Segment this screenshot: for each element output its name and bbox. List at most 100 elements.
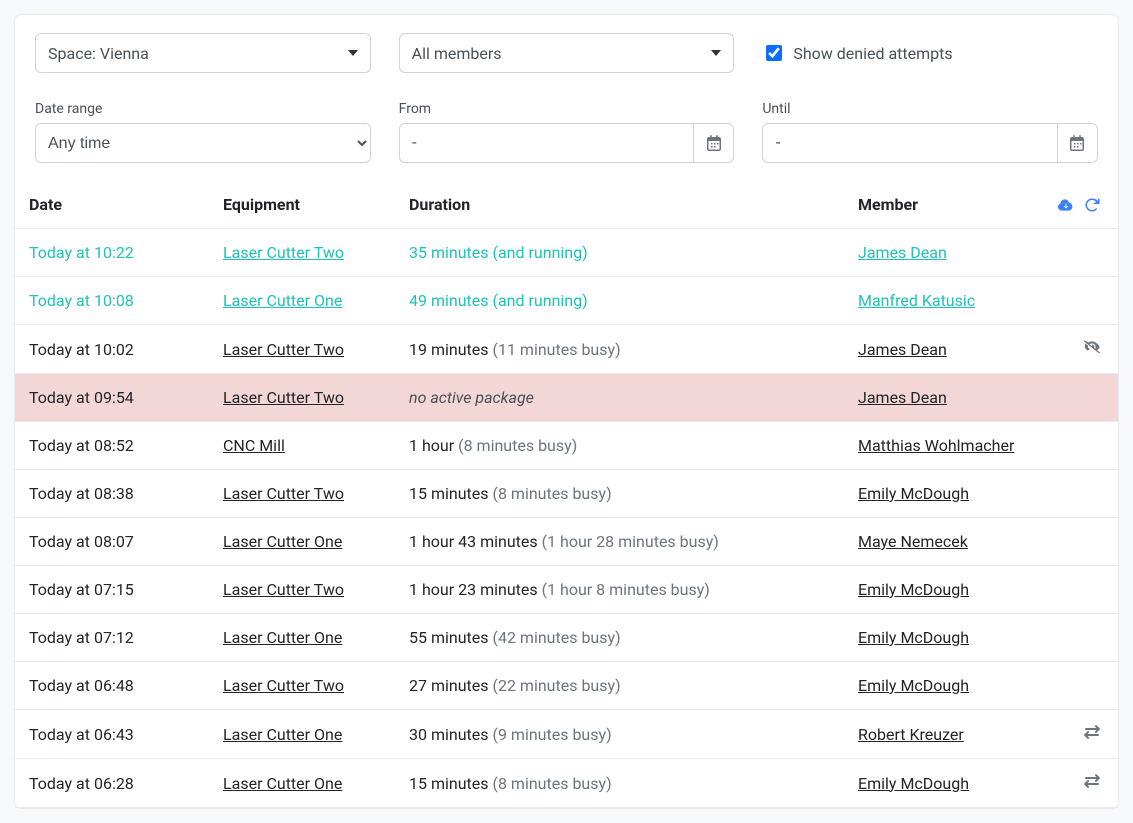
download-icon[interactable] <box>1058 197 1074 213</box>
equipment-link[interactable]: CNC Mill <box>223 436 285 455</box>
equipment-link[interactable]: Laser Cutter One <box>223 628 342 647</box>
member-cell: Emily McDough <box>846 614 1046 662</box>
actions-cell <box>1046 374 1118 422</box>
date-cell: Today at 08:52 <box>15 422 211 470</box>
equipment-link[interactable]: Laser Cutter Two <box>223 340 344 359</box>
duration-cell: 1 hour (8 minutes busy) <box>397 422 846 470</box>
table-row: Today at 06:28Laser Cutter One15 minutes… <box>15 759 1118 808</box>
date-cell: Today at 08:07 <box>15 518 211 566</box>
actions-cell <box>1046 229 1118 277</box>
member-link[interactable]: Emily McDough <box>858 484 969 503</box>
member-cell: Emily McDough <box>846 662 1046 710</box>
date-cell: Today at 06:48 <box>15 662 211 710</box>
equipment-link[interactable]: Laser Cutter Two <box>223 388 344 407</box>
equipment-link[interactable]: Laser Cutter Two <box>223 676 344 695</box>
actions-cell <box>1046 710 1118 759</box>
member-link[interactable]: Manfred Katusic <box>858 291 975 310</box>
equipment-link[interactable]: Laser Cutter One <box>223 532 342 551</box>
duration-cell: 1 hour 43 minutes (1 hour 28 minutes bus… <box>397 518 846 566</box>
duration-cell: 55 minutes (42 minutes busy) <box>397 614 846 662</box>
equipment-cell: Laser Cutter Two <box>211 662 397 710</box>
date-cell: Today at 06:43 <box>15 710 211 759</box>
swap-icon[interactable] <box>1084 724 1100 740</box>
col-equipment-header: Equipment <box>211 181 397 229</box>
member-cell: Robert Kreuzer <box>846 710 1046 759</box>
table-row: Today at 08:52 CNC Mill 1 hour (8 minutes … <box>15 422 1118 470</box>
actions-cell <box>1046 759 1118 808</box>
actions-cell <box>1046 470 1118 518</box>
table-row: Today at 10:02 Laser Cutter Two 19 minutes… <box>15 325 1118 374</box>
until-calendar-button[interactable] <box>1058 123 1098 163</box>
member-cell: Emily McDough <box>846 759 1046 808</box>
member-link[interactable]: James Dean <box>858 243 947 262</box>
actions-cell <box>1046 422 1118 470</box>
duration-cell: no active package <box>397 374 846 422</box>
equipment-link[interactable]: Laser Cutter Two <box>223 580 344 599</box>
equipment-cell: CNC Mill <box>211 422 397 470</box>
member-link[interactable]: James Dean <box>858 388 947 407</box>
chevron-down-icon <box>348 50 358 56</box>
members-select[interactable]: All members <box>399 33 735 73</box>
member-link[interactable]: Emily McDough <box>858 774 969 793</box>
daterange-label: Date range <box>35 101 371 117</box>
refresh-icon[interactable] <box>1084 197 1100 213</box>
member-cell: James Dean <box>846 229 1046 277</box>
col-date-header: Date <box>15 181 211 229</box>
member-link[interactable]: Emily McDough <box>858 676 969 695</box>
duration-cell: 35 minutes (and running) <box>397 229 846 277</box>
date-cell: Today at 06:28 <box>15 759 211 808</box>
date-cell: Today at 10:08 <box>15 277 211 325</box>
equipment-cell: Laser Cutter One <box>211 277 397 325</box>
date-cell: Today at 07:15 <box>15 566 211 614</box>
equipment-cell: Laser Cutter One <box>211 614 397 662</box>
equipment-link[interactable]: Laser Cutter One <box>223 725 342 744</box>
eye-off-icon[interactable] <box>1084 339 1100 355</box>
duration-cell: 19 minutes (11 minutes busy) <box>397 325 846 374</box>
space-select[interactable]: Space: Vienna <box>35 33 371 73</box>
date-cell: Today at 09:54 <box>15 374 211 422</box>
member-link[interactable]: Robert Kreuzer <box>858 725 964 744</box>
duration-cell: 15 minutes (8 minutes busy) <box>397 470 846 518</box>
calendar-icon <box>1069 135 1085 151</box>
equipment-cell: Laser Cutter Two <box>211 374 397 422</box>
date-cell: Today at 08:38 <box>15 470 211 518</box>
member-link[interactable]: Matthias Wohlmacher <box>858 436 1014 455</box>
from-label: From <box>399 101 735 117</box>
equipment-link[interactable]: Laser Cutter Two <box>223 243 344 262</box>
equipment-link[interactable]: Laser Cutter Two <box>223 484 344 503</box>
date-cell: Today at 10:22 <box>15 229 211 277</box>
from-input[interactable] <box>399 123 695 163</box>
member-cell: James Dean <box>846 325 1046 374</box>
table-row: Today at 08:07 Laser Cutter One 1 hour 43 … <box>15 518 1118 566</box>
member-cell: Maye Nemecek <box>846 518 1046 566</box>
show-denied-checkbox[interactable] <box>766 45 782 61</box>
col-member-header: Member <box>846 181 1046 229</box>
table-row: Today at 07:12 Laser Cutter One 55 minutes… <box>15 614 1118 662</box>
activity-table: Date Equipment Duration Member Today at … <box>15 181 1118 808</box>
swap-icon[interactable] <box>1084 773 1100 789</box>
date-cell: Today at 07:12 <box>15 614 211 662</box>
equipment-cell: Laser Cutter One <box>211 518 397 566</box>
member-link[interactable]: Maye Nemecek <box>858 532 968 551</box>
col-duration-header: Duration <box>397 181 846 229</box>
equipment-link[interactable]: Laser Cutter One <box>223 774 342 793</box>
member-cell: Matthias Wohlmacher <box>846 422 1046 470</box>
member-link[interactable]: Emily McDough <box>858 580 969 599</box>
equipment-link[interactable]: Laser Cutter One <box>223 291 342 310</box>
actions-cell <box>1046 614 1118 662</box>
equipment-cell: Laser Cutter One <box>211 710 397 759</box>
until-input[interactable] <box>762 123 1058 163</box>
from-calendar-button[interactable] <box>694 123 734 163</box>
equipment-cell: Laser Cutter One <box>211 759 397 808</box>
show-denied-label[interactable]: Show denied attempts <box>793 44 952 63</box>
col-actions-header <box>1046 181 1118 229</box>
equipment-cell: Laser Cutter Two <box>211 470 397 518</box>
daterange-select[interactable]: Any time <box>35 123 371 163</box>
date-cell: Today at 10:02 <box>15 325 211 374</box>
member-link[interactable]: Emily McDough <box>858 628 969 647</box>
equipment-cell: Laser Cutter Two <box>211 229 397 277</box>
member-link[interactable]: James Dean <box>858 340 947 359</box>
filters-row-1: Space: Vienna All members Show denied at… <box>15 33 1118 181</box>
chevron-down-icon <box>711 50 721 56</box>
actions-cell <box>1046 325 1118 374</box>
